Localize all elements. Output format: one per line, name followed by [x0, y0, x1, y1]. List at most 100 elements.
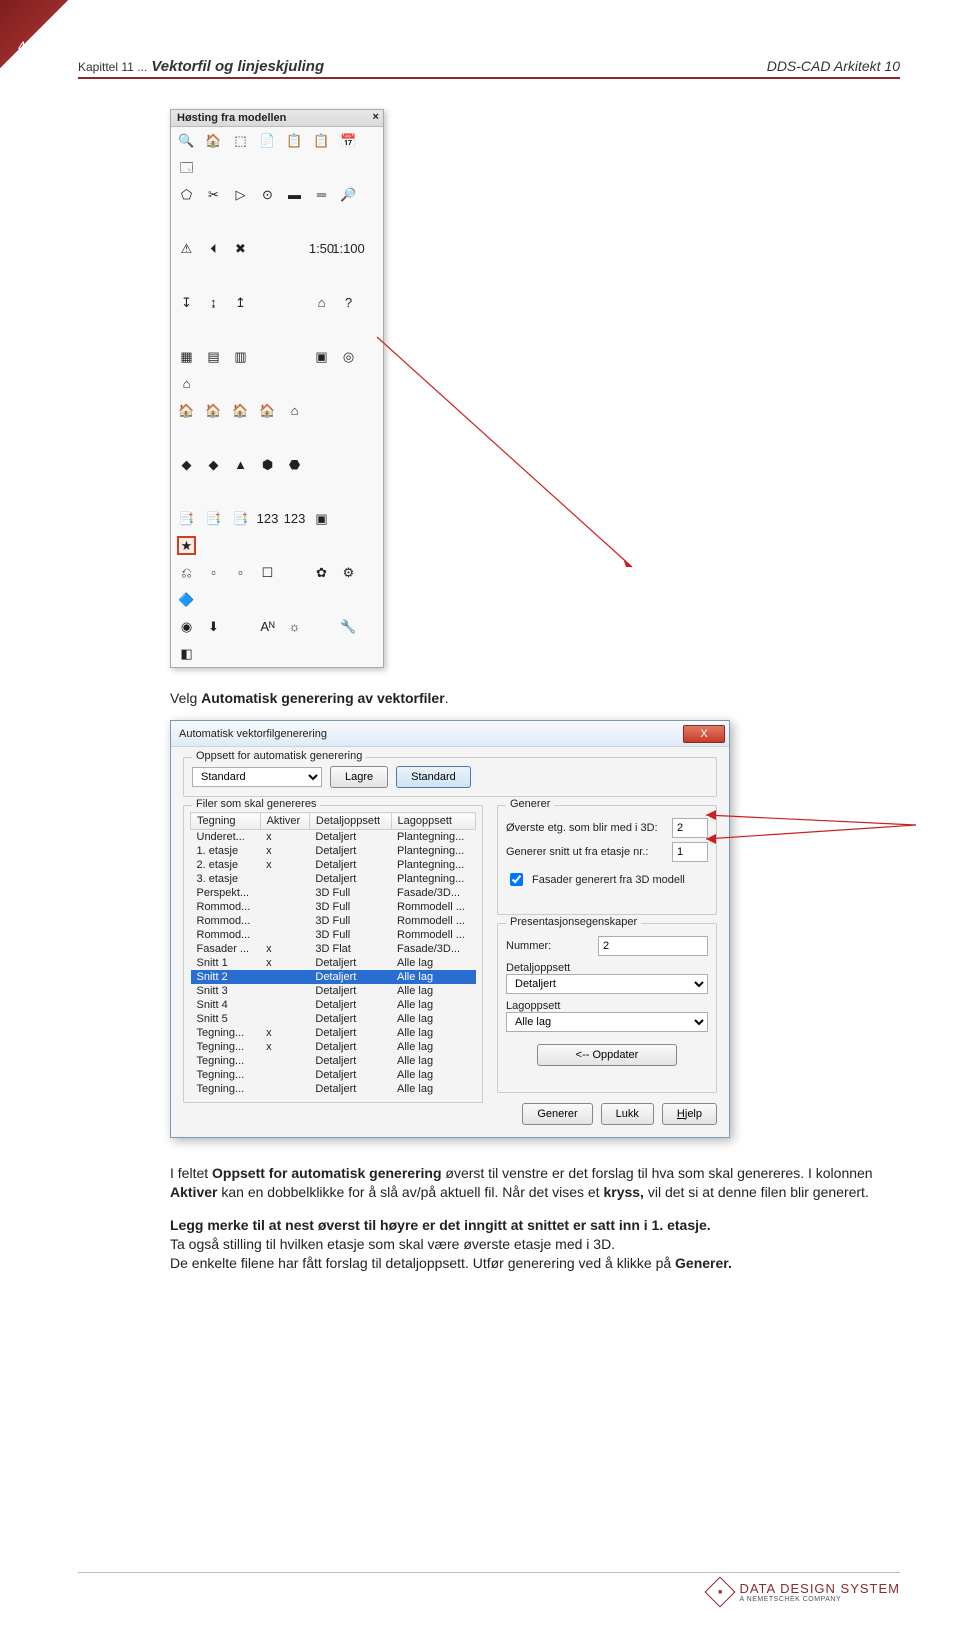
table-row[interactable]: Tegning...xDetaljertAlle lag: [191, 1026, 476, 1040]
table-row[interactable]: 3. etasjeDetaljertPlantegning...: [191, 872, 476, 886]
checkbox-fasader[interactable]: [510, 873, 523, 886]
toolbox-icon[interactable]: ◧: [177, 644, 196, 663]
toolbox-icon[interactable]: Aᴺ: [258, 617, 277, 636]
table-row[interactable]: Rommod...3D FullRommodell ...: [191, 914, 476, 928]
oppdater-button[interactable]: <-- Oppdater: [537, 1044, 677, 1066]
close-button[interactable]: X: [683, 725, 725, 743]
toolbox-icon[interactable]: ⚙: [339, 563, 358, 582]
toolbox-icon[interactable]: ▣: [312, 509, 331, 528]
table-row[interactable]: Fasader ...x3D FlatFasade/3D...: [191, 942, 476, 956]
input-overste-etg[interactable]: [672, 818, 708, 838]
toolbox-icon[interactable]: ═: [312, 185, 331, 204]
toolbox-icon[interactable]: 123: [258, 509, 277, 528]
toolbox-icon[interactable]: ?: [339, 293, 358, 312]
toolbox-icon[interactable]: ◉: [177, 617, 196, 636]
toolbox-icon[interactable]: 🏠: [258, 401, 277, 420]
table-row[interactable]: Snitt 1xDetaljertAlle lag: [191, 956, 476, 970]
toolbox-icon[interactable]: 📋: [285, 131, 304, 150]
preset-combo[interactable]: Standard: [192, 767, 322, 787]
toolbox-icon[interactable]: ▫: [204, 563, 223, 582]
table-row[interactable]: Perspekt...3D FullFasade/3D...: [191, 886, 476, 900]
toolbox-icon[interactable]: 📅: [339, 131, 358, 150]
toolbox-icon[interactable]: ⬢: [258, 455, 277, 474]
toolbox-icon[interactable]: ⌂: [177, 374, 196, 393]
table-row[interactable]: Rommod...3D FullRommodell ...: [191, 900, 476, 914]
toolbox-icon[interactable]: ◆: [204, 455, 223, 474]
toolbox-icon[interactable]: 🔧: [339, 617, 358, 636]
toolbox-icon[interactable]: ✂: [204, 185, 223, 204]
file-list-table[interactable]: TegningAktiverDetaljoppsettLagoppsettUnd…: [190, 812, 476, 1096]
toolbox-icon[interactable]: 🔷: [177, 590, 196, 609]
table-row[interactable]: Rommod...3D FullRommodell ...: [191, 928, 476, 942]
hjelp-button[interactable]: Hjelp: [662, 1103, 717, 1125]
toolbox-icon[interactable]: ⬇: [204, 617, 223, 636]
input-nummer[interactable]: [598, 936, 708, 956]
toolbox-icon[interactable]: 🔎: [339, 185, 358, 204]
toolbox-icon[interactable]: ⬚: [231, 131, 250, 150]
table-header[interactable]: Detaljoppsett: [309, 813, 391, 830]
toolbox-icon[interactable]: ★: [177, 536, 196, 555]
toolbox-icon[interactable]: ▲: [231, 455, 250, 474]
toolbox-icon[interactable]: ☐: [258, 563, 277, 582]
table-row[interactable]: Snitt 3DetaljertAlle lag: [191, 984, 476, 998]
toolbox-icon[interactable]: 📑: [231, 509, 250, 528]
table-row[interactable]: Tegning...DetaljertAlle lag: [191, 1054, 476, 1068]
lagre-button[interactable]: Lagre: [330, 766, 388, 788]
toolbox-icon[interactable]: ↨: [204, 293, 223, 312]
close-icon[interactable]: ×: [372, 112, 379, 124]
toolbox-icon[interactable]: ▦: [177, 347, 196, 366]
toolbox-icon[interactable]: ☼: [285, 617, 304, 636]
lukk-button[interactable]: Lukk: [601, 1103, 654, 1125]
toolbox-icon[interactable]: ▫: [231, 563, 250, 582]
toolbox-icon[interactable]: ▣: [312, 347, 331, 366]
toolbox-icon[interactable]: 1:50: [312, 239, 331, 258]
table-header[interactable]: Aktiver: [260, 813, 309, 830]
toolbox-icon[interactable]: 🏠: [204, 131, 223, 150]
table-row[interactable]: 1. etasjexDetaljertPlantegning...: [191, 844, 476, 858]
toolbox-icon[interactable]: 📋: [312, 131, 331, 150]
toolbox-icon[interactable]: ⌂: [285, 401, 304, 420]
toolbox-icon[interactable]: ⌂: [312, 293, 331, 312]
toolbox-icon[interactable]: ↥: [231, 293, 250, 312]
table-header[interactable]: Lagoppsett: [391, 813, 475, 830]
toolbox-icon[interactable]: 1:100: [339, 239, 358, 258]
combo-detaljoppsett[interactable]: Detaljert: [506, 974, 708, 994]
toolbox-icon[interactable]: 📑: [204, 509, 223, 528]
toolbox-icon[interactable]: ▷: [231, 185, 250, 204]
combo-lagoppsett[interactable]: Alle lag: [506, 1012, 708, 1032]
table-row[interactable]: Tegning...DetaljertAlle lag: [191, 1068, 476, 1082]
table-row[interactable]: Snitt 4DetaljertAlle lag: [191, 998, 476, 1012]
toolbox-icon[interactable]: ◆: [177, 455, 196, 474]
toolbox-icon[interactable]: 📄: [258, 131, 277, 150]
table-row[interactable]: Tegning...DetaljertAlle lag: [191, 1082, 476, 1096]
toolbox-icon[interactable]: 123: [285, 509, 304, 528]
toolbox-icon[interactable]: ⚠: [177, 239, 196, 258]
toolbox-icon[interactable]: ⊙: [258, 185, 277, 204]
toolbox-icon[interactable]: ⬣: [285, 455, 304, 474]
table-row[interactable]: Underet...xDetaljertPlantegning...: [191, 830, 476, 845]
toolbox-icon[interactable]: ✿: [312, 563, 331, 582]
generer-button[interactable]: Generer: [522, 1103, 592, 1125]
table-row[interactable]: Snitt 5DetaljertAlle lag: [191, 1012, 476, 1026]
toolbox-icon[interactable]: ▤: [204, 347, 223, 366]
toolbox-icon[interactable]: ▥: [231, 347, 250, 366]
toolbox-icon[interactable]: ✖: [231, 239, 250, 258]
input-snitt-etasje[interactable]: [672, 842, 708, 862]
toolbox-icon[interactable]: 🏠: [177, 401, 196, 420]
table-row[interactable]: Tegning...xDetaljertAlle lag: [191, 1040, 476, 1054]
toolbox-icon[interactable]: ◎: [339, 347, 358, 366]
toolbox-icon[interactable]: ↧: [177, 293, 196, 312]
toolbox-icon[interactable]: ⬠: [177, 185, 196, 204]
standard-button[interactable]: Standard: [396, 766, 471, 788]
table-header[interactable]: Tegning: [191, 813, 261, 830]
table-row[interactable]: Snitt 2DetaljertAlle lag: [191, 970, 476, 984]
toolbox-icon[interactable]: ▬: [285, 185, 304, 204]
toolbox-icon[interactable]: 🗔: [177, 158, 196, 177]
toolbox-icon[interactable]: 🏠: [204, 401, 223, 420]
toolbox-icon[interactable]: 🏠: [231, 401, 250, 420]
toolbox-icon[interactable]: 📑: [177, 509, 196, 528]
toolbox-icon[interactable]: ⏴: [204, 239, 223, 258]
toolbox-icon[interactable]: 🔍: [177, 131, 196, 150]
table-row[interactable]: 2. etasjexDetaljertPlantegning...: [191, 858, 476, 872]
toolbox-icon[interactable]: ⎌: [177, 563, 196, 582]
